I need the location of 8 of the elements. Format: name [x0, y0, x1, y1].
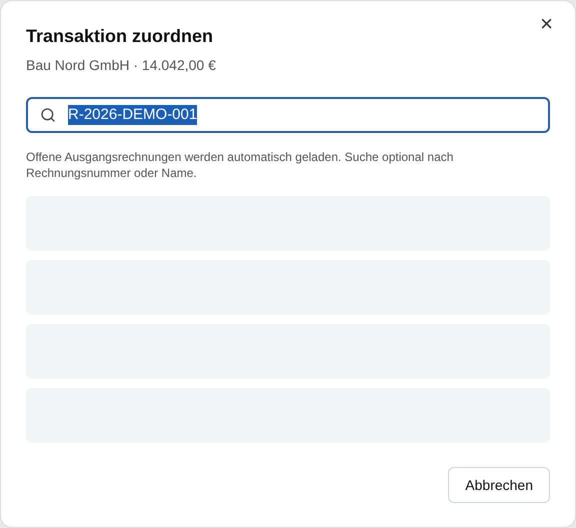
- close-button[interactable]: ×: [536, 13, 557, 35]
- search-icon: [40, 107, 56, 123]
- search-value: R-2026-DEMO-001: [68, 105, 198, 125]
- dialog-subtitle: Bau Nord GmbH · 14.042,00 €: [26, 56, 216, 75]
- dialog-title: Transaktion zuordnen: [26, 25, 214, 48]
- search-field[interactable]: R-2026-DEMO-001: [26, 97, 550, 133]
- hint-text: Offene Ausgangsrechnungen werden automatisch geladen. Suche optional nach Rechnungsnummer oder Name.: [26, 149, 454, 181]
- cancel-button[interactable]: Abbrechen: [448, 467, 550, 503]
